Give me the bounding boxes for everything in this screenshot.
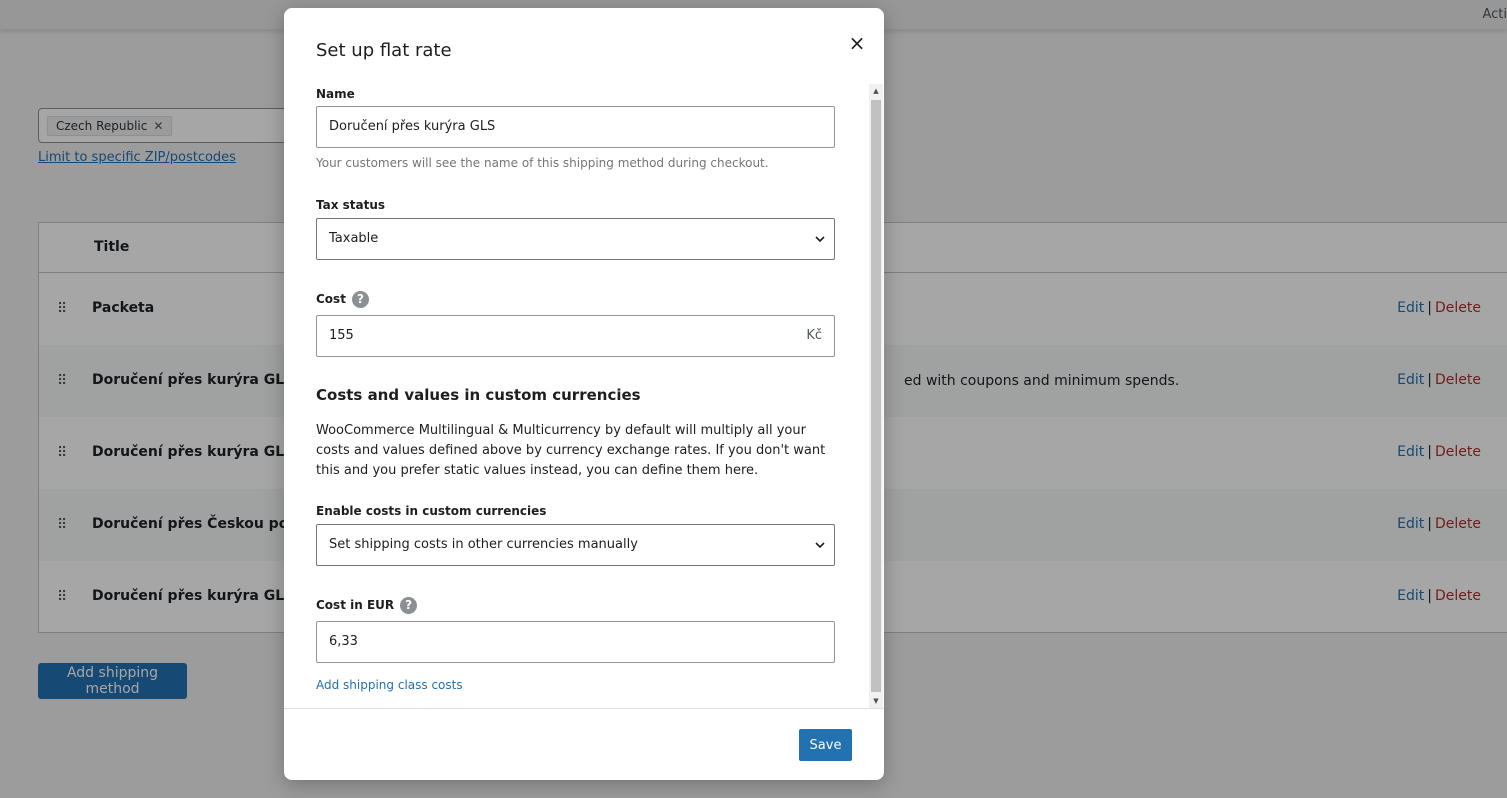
modal-body: Name Doručení přes kurýra GLS Your custo… <box>284 84 884 708</box>
custom-currencies-description: WooCommerce Multilingual & Multicurrency… <box>316 423 826 478</box>
enable-costs-select[interactable]: Set shipping costs in other currencies m… <box>316 524 835 566</box>
enable-costs-value: Set shipping costs in other currencies m… <box>329 537 638 552</box>
close-icon[interactable]: × <box>846 32 868 54</box>
scroll-up-icon[interactable]: ▲ <box>869 84 883 98</box>
cost-input[interactable]: 155 Kč <box>316 315 835 357</box>
save-button[interactable]: Save <box>799 729 852 761</box>
chevron-down-icon <box>815 542 825 549</box>
modal-scrollbar[interactable]: ▲ ▼ <box>869 84 883 708</box>
chevron-down-icon <box>815 236 825 243</box>
modal-footer: Save <box>284 708 884 780</box>
enable-costs-label: Enable costs in custom currencies <box>316 504 547 518</box>
help-icon[interactable]: ? <box>351 291 369 308</box>
tax-status-label: Tax status <box>316 198 386 212</box>
tax-status-select[interactable]: Taxable <box>316 218 835 260</box>
custom-currencies-heading: Costs and values in custom currencies <box>316 386 641 404</box>
scroll-thumb[interactable] <box>871 100 881 692</box>
scroll-down-icon[interactable]: ▼ <box>869 694 883 708</box>
flat-rate-modal: Set up flat rate × Name Doručení přes ku… <box>284 8 884 780</box>
cost-eur-label-text: Cost in EUR <box>316 598 395 612</box>
cost-value: 155 <box>329 328 354 343</box>
name-input[interactable]: Doručení přes kurýra GLS <box>316 106 835 148</box>
cost-label: Cost? <box>316 291 369 308</box>
cost-eur-input[interactable]: 6,33 <box>316 621 835 663</box>
modal-title: Set up flat rate <box>316 40 452 61</box>
cost-label-text: Cost <box>316 292 346 306</box>
cost-eur-label: Cost in EUR? <box>316 597 418 614</box>
currency-suffix: Kč <box>806 328 822 343</box>
name-label: Name <box>316 87 355 101</box>
tax-status-value: Taxable <box>329 231 379 246</box>
add-shipping-class-costs-link[interactable]: Add shipping class costs <box>316 678 463 692</box>
help-icon[interactable]: ? <box>400 597 418 614</box>
name-hint: Your customers will see the name of this… <box>316 156 769 170</box>
